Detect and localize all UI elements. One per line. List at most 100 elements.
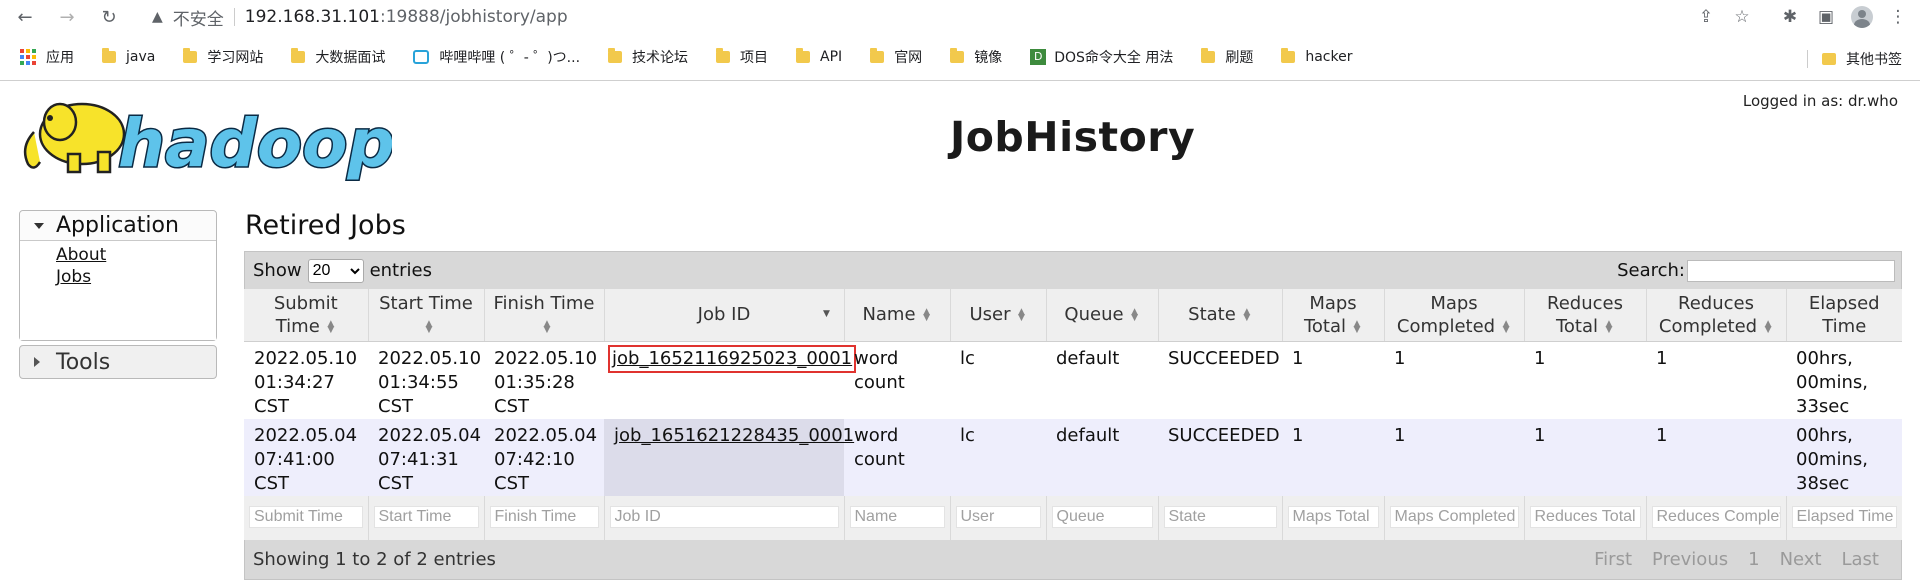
extensions-icon[interactable]: ✱ [1774,2,1806,32]
filter-job-id[interactable] [609,505,839,528]
bookmark-apps[interactable]: 应用 [20,47,74,67]
filter-elapsed-time[interactable] [1791,505,1897,528]
sort-icon: ▲ ▼ [327,318,335,335]
side-panel-icon[interactable]: ▣ [1810,2,1842,32]
job-id-link[interactable]: job_1651621228435_0001 [614,425,854,446]
header-label: Finish Time [493,292,595,314]
bookmark-dos[interactable]: D DOS命令大全 用法 [1030,47,1173,67]
filter-reduces-total[interactable] [1529,505,1641,528]
filter-queue[interactable] [1051,505,1153,528]
star-icon[interactable]: ☆ [1726,2,1758,32]
bookmark-bigdata-interview[interactable]: 大数据面试 [291,47,385,67]
column-header-reduces-completed[interactable]: Reduces Completed ▲ ▼ [1646,289,1787,342]
filter-submit-time[interactable] [249,505,363,528]
bookmark-label: 大数据面试 [315,50,386,66]
bookmark-other[interactable]: 其他书签 [1807,49,1902,69]
url-host: 192.168.31.101 [244,7,380,27]
profile-avatar[interactable] [1846,2,1878,32]
filter-state[interactable] [1163,505,1277,528]
bookmark-leetcode[interactable]: 刷题 [1201,47,1253,67]
nav-header-tools[interactable]: Tools [19,345,217,379]
column-header-submit-time[interactable]: Submit Time ▲ ▼ [244,289,369,342]
column-header-queue[interactable]: Queue ▲ ▼ [1046,289,1159,342]
column-header-state[interactable]: State ▲ ▼ [1158,289,1283,342]
filter-finish-time[interactable] [489,505,599,528]
entries-select[interactable]: 20 [307,258,364,283]
pager-previous[interactable]: Previous [1652,549,1728,570]
header-label: Maps Total [1303,292,1357,337]
cell-reduces-total: 1 [1524,418,1646,496]
bookmark-api[interactable]: API [796,48,843,65]
cell-name: word count [844,418,950,496]
cell-submit-time: 2022.05.04 07:41:00 CST [244,418,368,496]
nav-header-application[interactable]: Application [20,211,216,241]
hadoop-logo[interactable]: hadoop [20,92,392,182]
cell-finish-time: 2022.05.10 01:35:28 CST [484,341,604,419]
table-header-row: Submit Time ▲ ▼ Start Time ▲ ▼ Finish Time ▲ ▼… [244,289,1902,342]
header-label: State [1188,304,1236,326]
bookmark-label: 学习网站 [207,50,264,66]
sort-icon: ▲ ▼ [1502,318,1510,335]
column-header-finish-time[interactable]: Finish Time ▲ ▼ [484,289,605,342]
forward-icon[interactable]: → [52,2,82,32]
job-id-link[interactable]: job_1652116925023_0001 [607,344,857,373]
elephant-icon [23,102,126,174]
bookmark-label: API [820,49,843,65]
search-input[interactable] [1687,259,1895,282]
folder-icon [870,48,885,63]
bookmark-mirrors[interactable]: 镜像 [950,47,1002,67]
column-header-job-id[interactable]: Job ID ▼ [604,289,845,342]
folder-icon [1822,53,1836,65]
divider [1807,50,1808,68]
cell-user: lc [950,341,1046,419]
filter-cell [1524,495,1647,540]
pager-first[interactable]: First [1594,549,1632,570]
sort-icon: ▲ ▼ [923,307,930,324]
folder-icon [796,48,811,63]
header-label: Reduces Completed [1658,292,1758,337]
bookmark-java[interactable]: java [102,48,155,65]
filter-start-time[interactable] [373,505,479,528]
header-label: Maps Completed [1396,292,1496,337]
cell-reduces-completed: 1 [1646,418,1786,496]
jobs-table: Submit Time ▲ ▼ Start Time ▲ ▼ Finish Time ▲ ▼… [244,289,1902,540]
pager-last[interactable]: Last [1842,549,1880,570]
cell-job-id: job_1652116925023_0001 [604,341,857,419]
reload-icon[interactable]: ↻ [94,2,124,32]
column-header-maps-completed[interactable]: Maps Completed ▲ ▼ [1384,289,1525,342]
bookmark-official[interactable]: 官网 [870,47,922,67]
column-header-start-time[interactable]: Start Time ▲ ▼ [368,289,485,342]
bookmark-label: hacker [1305,49,1353,65]
bookmark-projects[interactable]: 项目 [716,47,768,67]
bookmark-bilibili[interactable]: 哔哩哔哩 ( ゜- ゜)つ... [413,47,580,67]
nav-link-about[interactable]: About [56,244,216,266]
share-icon[interactable]: ⇪ [1690,2,1722,32]
pager-next[interactable]: Next [1780,549,1822,570]
svg-text:hadoop: hadoop [118,105,392,182]
column-header-name[interactable]: Name ▲ ▼ [844,289,951,342]
filter-maps-total[interactable] [1287,505,1379,528]
bookmark-study-sites[interactable]: 学习网站 [183,47,263,67]
filter-name[interactable] [849,505,945,528]
sort-icon: ▲ ▼ [1353,318,1361,335]
column-header-maps-total[interactable]: Maps Total ▲ ▼ [1282,289,1385,342]
filter-user[interactable] [955,505,1041,528]
column-header-user[interactable]: User ▲ ▼ [950,289,1047,342]
column-header-elapsed-time[interactable]: Elapsed Time [1786,289,1902,342]
filter-reduces-completed[interactable] [1651,505,1781,528]
column-header-reduces-total[interactable]: Reduces Total ▲ ▼ [1524,289,1647,342]
nav-link-jobs[interactable]: Jobs [56,266,216,288]
folder-icon [1201,48,1216,63]
menu-icon[interactable]: ⋮ [1882,2,1914,32]
address-bar[interactable]: ▲ 不安全 192.168.31.101:19888/jobhistory/ap… [144,2,568,32]
search-box: Search: [1617,259,1895,282]
cell-submit-time: 2022.05.10 01:34:27 CST [244,341,368,419]
logged-in-label: Logged in as: dr.who [1742,92,1898,110]
back-icon[interactable]: ← [10,2,40,32]
bookmark-tech-forum[interactable]: 技术论坛 [608,47,688,67]
pager-page[interactable]: 1 [1748,549,1759,570]
cell-maps-total: 1 [1282,341,1384,419]
bookmark-hacker[interactable]: hacker [1281,48,1353,65]
sort-icon: ▲ ▼ [1131,307,1139,324]
filter-maps-completed[interactable] [1389,505,1519,528]
